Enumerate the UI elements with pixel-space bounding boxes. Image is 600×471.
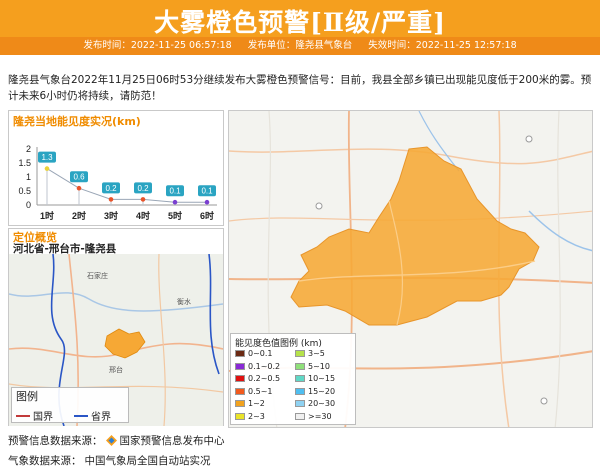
visibility-range-label: 2~3: [248, 411, 265, 421]
color-swatch: [295, 412, 305, 420]
warning-title: 大雾橙色预警[Ⅱ级/严重]: [154, 8, 446, 37]
data-point: [172, 199, 178, 205]
publish-time: 发布时间：2022-11-25 06:57:18: [83, 40, 232, 51]
color-swatch: [235, 362, 245, 370]
legend-province: 省界: [74, 408, 111, 423]
warning-meta-bar: 发布时间：2022-11-25 06:57:18 发布单位：隆尧县气象台 失效时…: [0, 37, 600, 55]
town-marker: [540, 397, 548, 405]
y-tick-label: 0: [26, 200, 31, 210]
y-tick-label: 2: [26, 144, 31, 154]
map-legend: 图例 国界 省界: [11, 387, 129, 423]
color-swatch: [295, 350, 305, 357]
visibility-legend-item: 20~30: [295, 399, 335, 408]
x-tick-label: 5时: [168, 210, 182, 221]
data-label: 0.2: [105, 184, 117, 193]
data-label: 0.1: [169, 187, 181, 196]
visibility-chart: 2 1.5 1 0.5 0 1.3 1时 0.6 2时 0.2 3时 0.2 4时 0.1 5时 0.1 6时: [18, 144, 217, 221]
weather-source-line: 气象数据来源： 中国气象局全国自动站实况: [8, 453, 211, 468]
x-tick-label: 3时: [104, 210, 118, 221]
nmc-logo-icon: [105, 435, 117, 446]
visibility-legend-item: 15~20: [295, 387, 335, 396]
legend-country: 国界: [16, 408, 53, 423]
visibility-legend-item: 0.5~1: [235, 387, 273, 396]
visibility-range-label: 0.1~0.2: [248, 361, 281, 371]
visibility-range-label: 10~15: [308, 374, 336, 383]
city-label: 衡水: [177, 297, 191, 306]
x-tick-label: 4时: [136, 210, 150, 221]
data-point: [76, 185, 82, 191]
warning-description: 隆尧县气象台2022年11月25日06时53分继续发布大雾橙色预警信号：目前，我…: [8, 74, 592, 102]
visibility-legend-item: 0~0.1: [235, 349, 273, 358]
visibility-color-legend: 能见度色值图例 (km) 0~0.1 3~5 0.1~0.2 5~10 0.2~0.5 1…: [230, 333, 356, 425]
data-point: [140, 197, 146, 202]
city-label: 邢台: [109, 365, 123, 374]
color-swatch: [235, 350, 245, 357]
warning-source-line: 预警信息数据来源： 国家预警信息发布中心: [8, 433, 225, 448]
color-swatch: [235, 387, 245, 395]
data-label: 0.1: [201, 187, 213, 196]
visibility-range-label: 3~5: [308, 349, 325, 358]
x-tick-label: 1时: [40, 210, 54, 221]
publisher: 发布单位：隆尧县气象台: [247, 40, 353, 51]
visibility-range-label: 1~2: [248, 399, 265, 408]
data-point: [204, 199, 210, 205]
legend-title: 图例: [16, 390, 38, 403]
visibility-range-label: >=30: [308, 411, 332, 421]
visibility-range-label: 15~20: [308, 386, 336, 396]
color-swatch: [295, 362, 305, 370]
visibility-range-label: 0.5~1: [248, 386, 273, 396]
visibility-legend-item: >=30: [295, 412, 332, 421]
visibility-legend-item: 2~3: [235, 412, 265, 421]
visibility-legend-item: 5~10: [295, 362, 330, 371]
data-point: [44, 166, 50, 171]
data-label: 0.6: [73, 173, 85, 182]
weather-source: 中国气象局全国自动站实况: [84, 455, 211, 467]
visibility-range-label: 0.2~0.5: [248, 374, 281, 383]
warning-header: 大雾橙色预警[Ⅱ级/严重] 发布时间：2022-11-25 06:57:18 发…: [0, 0, 600, 55]
visibility-legend-item: 10~15: [295, 374, 335, 383]
visibility-legend-title: 能见度色值图例 (km): [235, 339, 322, 349]
visibility-legend-item: 0.1~0.2: [235, 362, 280, 371]
warning-source-label: 预警信息数据来源：: [8, 435, 103, 447]
city-label: 石家庄: [87, 271, 108, 280]
visibility-legend-item: 0.2~0.5: [235, 374, 280, 383]
weather-source-label: 气象数据来源：: [8, 455, 82, 467]
color-swatch: [235, 375, 245, 382]
data-label: 1.3: [41, 153, 53, 162]
town-marker: [525, 135, 533, 143]
color-swatch: [295, 387, 305, 395]
data-point: [108, 197, 114, 202]
color-swatch: [295, 375, 305, 382]
visibility-range-label: 0~0.1: [248, 349, 273, 358]
y-tick-label: 1.5: [18, 158, 31, 168]
color-swatch: [235, 412, 245, 420]
town-marker: [315, 202, 323, 210]
warning-source[interactable]: 国家预警信息发布中心: [120, 433, 225, 448]
expire-time: 失效时间：2022-11-25 12:57:18: [368, 40, 517, 51]
x-tick-label: 2时: [72, 210, 86, 221]
x-tick-label: 6时: [200, 210, 214, 221]
visibility-legend-item: 3~5: [295, 349, 325, 358]
visibility-range-label: 20~30: [308, 399, 336, 408]
data-label: 0.2: [137, 184, 149, 193]
color-swatch: [235, 400, 245, 407]
color-swatch: [295, 400, 305, 407]
country-border-swatch: [16, 414, 30, 417]
y-tick-label: 1: [26, 172, 31, 182]
y-tick-label: 0.5: [18, 186, 31, 196]
visibility-range-label: 5~10: [308, 361, 330, 371]
visibility-chart-panel: 隆尧当地能见度实况(km) 2 1.5 1 0.5 0 1.3 1时 0.6 2时 0.2 3时 0.…: [8, 110, 224, 226]
visibility-legend-item: 1~2: [235, 399, 265, 408]
province-border-swatch: [74, 414, 88, 417]
